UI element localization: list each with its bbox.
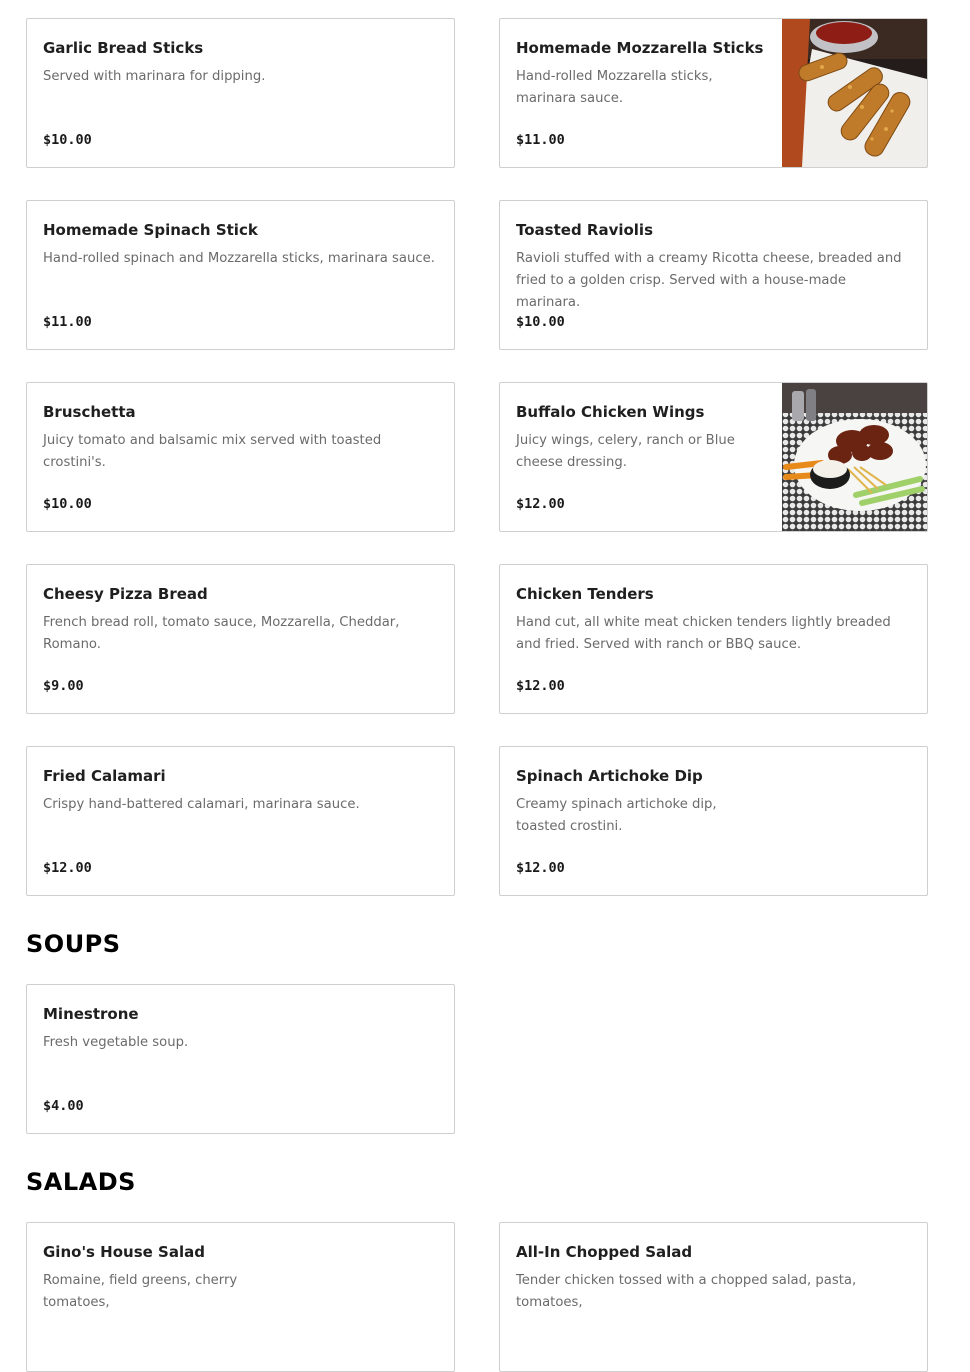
- menu-item-description: Juicy tomato and balsamic mix served wit…: [43, 433, 382, 470]
- menu-item-name: All-In Chopped Salad: [516, 1243, 693, 1261]
- menu-item-card[interactable]: Garlic Bread Sticks Served with marinara…: [26, 18, 455, 168]
- section-heading-salads: SALADS: [26, 1168, 136, 1196]
- menu-item-description: Hand-rolled spinach and Mozzarella stick…: [43, 251, 435, 266]
- menu-item-name: Fried Calamari: [43, 767, 166, 785]
- menu-item-price: $11.00: [516, 132, 565, 148]
- menu-item-card[interactable]: Spinach Artichoke Dip Creamy spinach art…: [499, 746, 928, 896]
- menu-item-price: $12.00: [43, 860, 92, 876]
- menu-item-name: Homemade Spinach Stick: [43, 221, 258, 239]
- menu-item-name: Toasted Raviolis: [516, 221, 654, 239]
- menu-item-card[interactable]: All-In Chopped Salad Tender chicken toss…: [499, 1222, 928, 1372]
- menu-item-description: Romaine, field greens, cherry tomatoes,: [43, 1273, 238, 1310]
- menu-item-price: $10.00: [43, 496, 92, 512]
- menu-item-price: $4.00: [43, 1098, 84, 1114]
- section-heading-soups: SOUPS: [26, 930, 121, 958]
- menu-item-card[interactable]: Toasted Raviolis Ravioli stuffed with a …: [499, 200, 928, 350]
- menu-item-description: Fresh vegetable soup.: [43, 1035, 189, 1050]
- menu-item-price: $11.00: [43, 314, 92, 330]
- menu-item-card[interactable]: Homemade Mozzarella Sticks Hand-rolled M…: [499, 18, 928, 168]
- menu-item-name: Spinach Artichoke Dip: [516, 767, 703, 785]
- menu-item-price: $9.00: [43, 678, 84, 694]
- menu-item-price: $12.00: [516, 496, 565, 512]
- menu-item-name: Garlic Bread Sticks: [43, 39, 204, 57]
- menu-item-card[interactable]: Chicken Tenders Hand cut, all white meat…: [499, 564, 928, 714]
- menu-item-description: French bread roll, tomato sauce, Mozzare…: [43, 615, 400, 652]
- menu-item-description: Tender chicken tossed with a chopped sal…: [516, 1273, 857, 1310]
- menu-item-card[interactable]: Homemade Spinach Stick Hand-rolled spina…: [26, 200, 455, 350]
- menu-item-price: $10.00: [43, 132, 92, 148]
- mozzarella-sticks-photo: [782, 19, 927, 167]
- menu-item-price: $12.00: [516, 860, 565, 876]
- menu-item-card[interactable]: Minestrone Fresh vegetable soup. $4.00: [26, 984, 455, 1134]
- menu-item-name: Bruschetta: [43, 403, 136, 421]
- menu-item-description: Served with marinara for dipping.: [43, 69, 266, 84]
- menu-item-name: Gino's House Salad: [43, 1243, 205, 1261]
- menu-item-card[interactable]: Cheesy Pizza Bread French bread roll, to…: [26, 564, 455, 714]
- menu-item-price: $12.00: [516, 678, 565, 694]
- menu-item-description: Juicy wings, celery, ranch or Blue chees…: [516, 433, 735, 470]
- menu-item-price: $10.00: [516, 314, 565, 330]
- menu-item-description: Hand-rolled Mozzarella sticks, marinara …: [516, 69, 713, 106]
- menu-item-name: Minestrone: [43, 1005, 139, 1023]
- menu-item-description: Ravioli stuffed with a creamy Ricotta ch…: [516, 251, 902, 310]
- menu-item-description: Hand cut, all white meat chicken tenders…: [516, 615, 891, 652]
- chicken-wings-photo: [782, 383, 927, 531]
- menu-item-card[interactable]: Fried Calamari Crispy hand-battered cala…: [26, 746, 455, 896]
- menu-item-card[interactable]: Buffalo Chicken Wings Juicy wings, celer…: [499, 382, 928, 532]
- menu-item-card[interactable]: Bruschetta Juicy tomato and balsamic mix…: [26, 382, 455, 532]
- menu-item-card[interactable]: Gino's House Salad Romaine, field greens…: [26, 1222, 455, 1372]
- menu-item-description: Crispy hand-battered calamari, marinara …: [43, 797, 360, 812]
- menu-item-name: Chicken Tenders: [516, 585, 654, 603]
- menu-item-name: Cheesy Pizza Bread: [43, 585, 208, 603]
- menu-item-description: Creamy spinach artichoke dip, toasted cr…: [516, 797, 717, 834]
